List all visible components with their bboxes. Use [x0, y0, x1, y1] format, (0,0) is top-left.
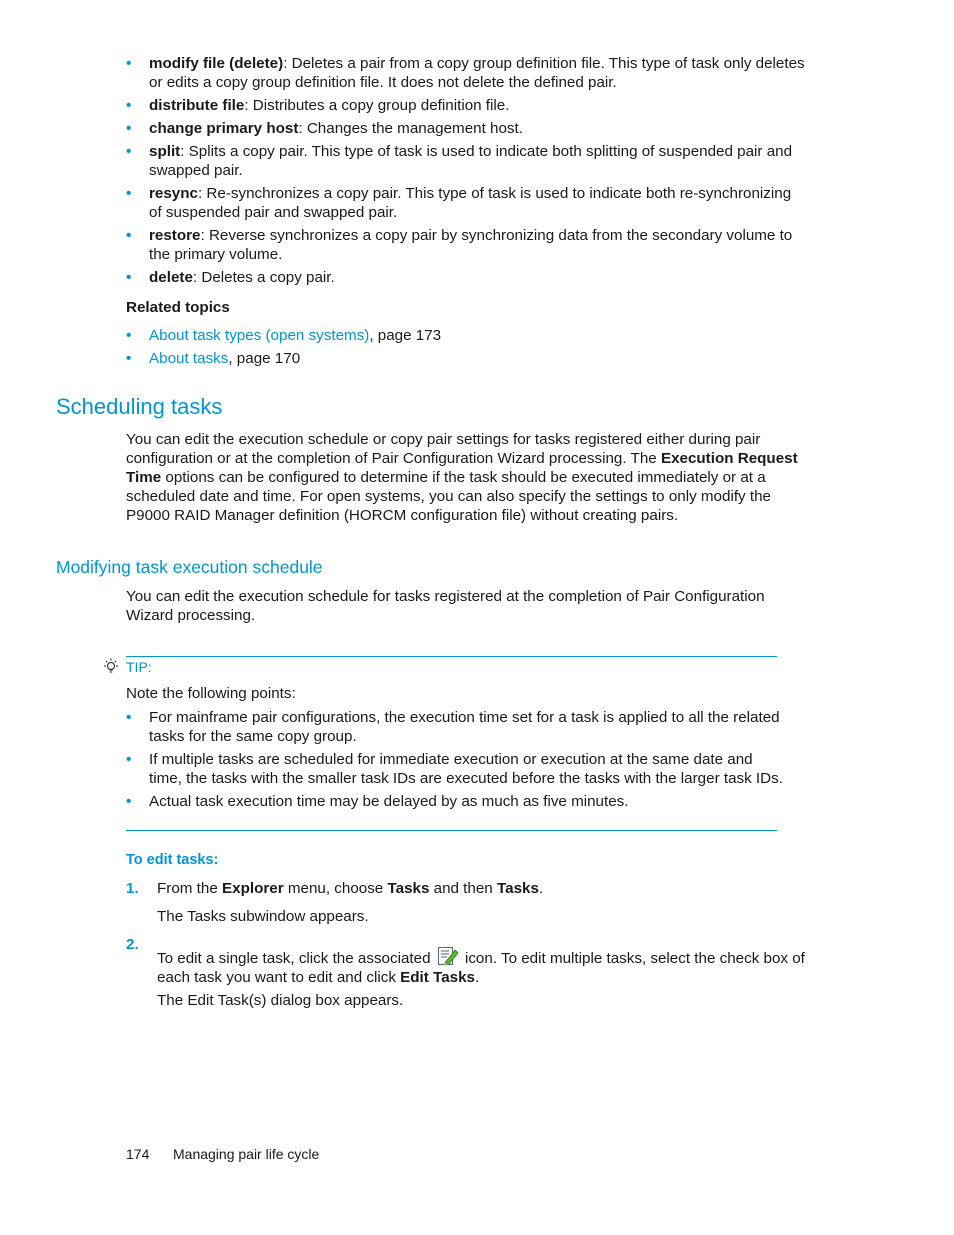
text: menu, choose [283, 880, 388, 897]
bullet-icon: • [126, 97, 132, 114]
bullet-icon: • [126, 227, 132, 244]
step-1-text: From the Explorer menu, choose Tasks and… [157, 879, 807, 898]
description: : Deletes a copy pair. [192, 269, 335, 286]
chapter-title: Managing pair life cycle [173, 1146, 320, 1162]
procedure-heading: To edit tasks: [126, 852, 219, 868]
text: . [538, 880, 544, 897]
list-item: • resync: Re-synchronizes a copy pair. Th… [126, 184, 806, 222]
term: resync [149, 185, 198, 202]
term: modify file (delete) [149, 55, 284, 72]
page-number: 174 [126, 1146, 150, 1162]
tip-points-list: • For mainframe pair configurations, the … [126, 708, 786, 815]
text: options can be configured to determine i… [126, 469, 771, 524]
bullet-icon: • [126, 327, 132, 344]
tip-point: If multiple tasks are scheduled for imme… [149, 751, 783, 787]
text: . [474, 969, 480, 986]
bullet-icon: • [126, 751, 132, 768]
list-item: • modify file (delete): Deletes a pair fr… [126, 54, 806, 92]
text: From the [157, 880, 222, 897]
step-number: 2. [126, 936, 139, 953]
tip-top-rule [126, 656, 777, 657]
page-reference: , page 170 [228, 350, 301, 367]
list-item: • distribute file: Distributes a copy gro… [126, 96, 806, 115]
modifying-intro: You can edit the execution schedule for … [126, 588, 765, 624]
scheduling-paragraph: You can edit the execution schedule or c… [126, 430, 806, 525]
tip-point: For mainframe pair configurations, the e… [149, 709, 780, 745]
term: restore [149, 227, 201, 244]
list-item: • change primary host: Changes the manage… [126, 119, 806, 138]
list-item: • split: Splits a copy pair. This type of… [126, 142, 806, 180]
step-2-text: To edit a single task, click the associa… [157, 945, 807, 987]
list-item: • delete: Deletes a copy pair. [126, 268, 806, 287]
menu-item: Tasks [496, 880, 539, 897]
bullet-icon: • [126, 185, 132, 202]
description: : Changes the management host. [298, 120, 523, 137]
list-item: • restore: Reverse synchronizes a copy pa… [126, 226, 806, 264]
description: : Reverse synchronizes a copy pair by sy… [149, 227, 793, 263]
list-item: • For mainframe pair configurations, the … [126, 708, 786, 746]
lightbulb-icon [101, 657, 121, 677]
list-item: • Actual task execution time may be delay… [126, 792, 786, 811]
tip-label: TIP: [126, 659, 152, 675]
tip-bottom-rule [126, 830, 777, 831]
menu-name: Explorer [222, 880, 284, 897]
task-type-list: • modify file (delete): Deletes a pair fr… [126, 54, 806, 291]
step-number: 1. [126, 880, 139, 897]
description: : Distributes a copy group definition fi… [244, 97, 510, 114]
term: split [149, 143, 181, 160]
term: distribute file [149, 97, 245, 114]
bullet-icon: • [126, 793, 132, 810]
term: change primary host [149, 120, 299, 137]
bullet-icon: • [126, 120, 132, 137]
menu-item: Tasks [387, 880, 430, 897]
link-about-tasks[interactable]: About tasks [149, 350, 228, 367]
tip-intro: Note the following points: [126, 685, 296, 702]
bullet-icon: • [126, 709, 132, 726]
list-item: • About tasks, page 170 [126, 349, 806, 368]
step-2-result: The Edit Task(s) dialog box appears. [157, 992, 404, 1009]
bullet-icon: • [126, 350, 132, 367]
term: delete [149, 269, 193, 286]
bullet-icon: • [126, 143, 132, 160]
bullet-icon: • [126, 269, 132, 286]
text: To edit a single task, click the associa… [157, 950, 435, 967]
text: and then [429, 880, 497, 897]
link-about-task-types[interactable]: About task types (open systems) [149, 327, 369, 344]
bullet-icon: • [126, 55, 132, 72]
section-title-modifying-schedule: Modifying task execution schedule [56, 557, 323, 577]
description: : Splits a copy pair. This type of task … [149, 143, 793, 179]
related-topics-heading: Related topics [126, 299, 230, 316]
list-item: • If multiple tasks are scheduled for imm… [126, 750, 786, 788]
related-topics-list: • About task types (open systems), page 1… [126, 326, 806, 372]
list-item: • About task types (open systems), page 1… [126, 326, 806, 345]
section-title-scheduling-tasks: Scheduling tasks [56, 394, 223, 419]
edit-task-icon [437, 945, 459, 967]
step-1-result: The Tasks subwindow appears. [157, 908, 369, 925]
button-name: Edit Tasks [400, 969, 475, 986]
description: : Re-synchronizes a copy pair. This type… [149, 185, 792, 221]
page-reference: , page 173 [369, 327, 442, 344]
tip-point: Actual task execution time may be delaye… [149, 793, 629, 810]
